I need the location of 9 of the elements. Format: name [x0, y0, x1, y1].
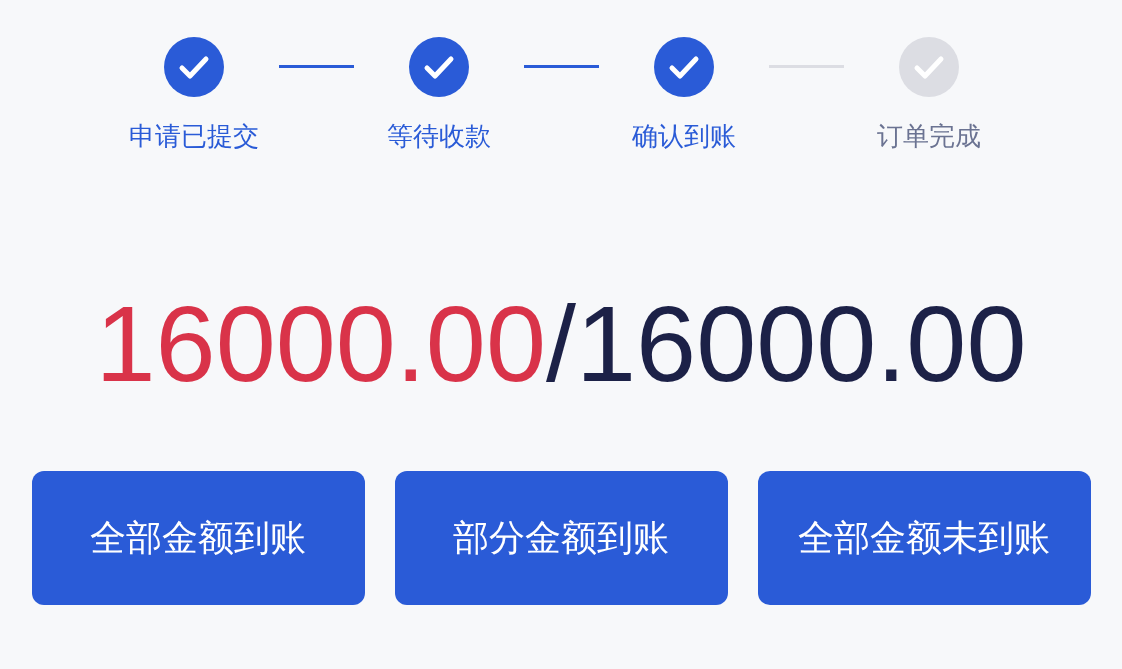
received-amount: 16000.00	[95, 283, 546, 404]
total-amount: /16000.00	[546, 283, 1027, 404]
step-label: 确认到账	[631, 120, 736, 153]
step-label: 申请已提交	[128, 120, 259, 153]
action-button[interactable]: 部分金额到账	[394, 471, 728, 605]
step-label: 等待收款	[386, 120, 491, 153]
action-button[interactable]: 全部金额未到账	[757, 471, 1091, 605]
action-button[interactable]: 全部金额到账	[31, 471, 365, 605]
step-label: 订单完成	[876, 120, 981, 153]
